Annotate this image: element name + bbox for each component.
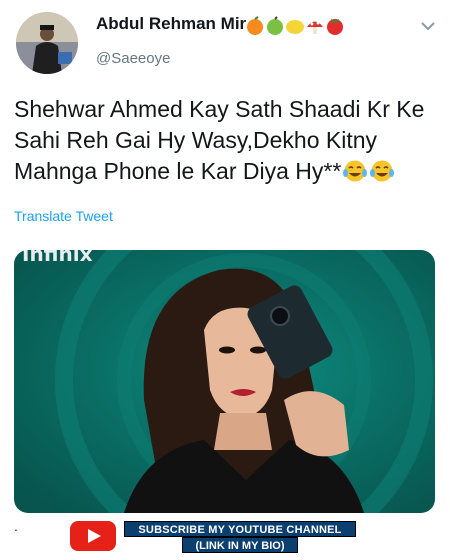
tears-of-joy-emoji <box>369 159 395 183</box>
translate-tweet-link[interactable]: Translate Tweet <box>14 208 113 224</box>
avatar[interactable] <box>16 12 78 74</box>
subscribe-banner-line1: SUBSCRIBE MY YOUTUBE CHANNEL <box>124 521 356 537</box>
lemon-emoji <box>286 20 304 34</box>
name-emojis <box>246 16 346 36</box>
infinix-logo: Infinix <box>20 240 110 266</box>
apple-emoji <box>267 16 283 35</box>
author-display-name[interactable]: Abdul Rehman Mir <box>96 14 246 34</box>
tweet-header: Abdul Rehman Mir @Saeeoye <box>0 0 450 90</box>
mushroom-emoji <box>307 21 323 34</box>
chevron-down-icon[interactable] <box>418 18 438 34</box>
tears-of-joy-emoji <box>342 159 368 183</box>
youtube-play-icon[interactable] <box>69 520 117 552</box>
author-handle[interactable]: @Saeeoye <box>96 50 170 67</box>
stray-dot: . <box>14 518 18 534</box>
subscribe-banner-line2: (LINK IN MY BIO) <box>182 537 298 553</box>
infinix-logo-text: Infinix <box>22 242 93 266</box>
tweet-text: Shehwar Ahmed Kay Sath Shaadi Kr Ke Sahi… <box>14 94 438 187</box>
orange-emoji <box>247 16 263 35</box>
tomato-emoji <box>327 19 343 35</box>
tweet-media-image[interactable] <box>14 250 435 513</box>
